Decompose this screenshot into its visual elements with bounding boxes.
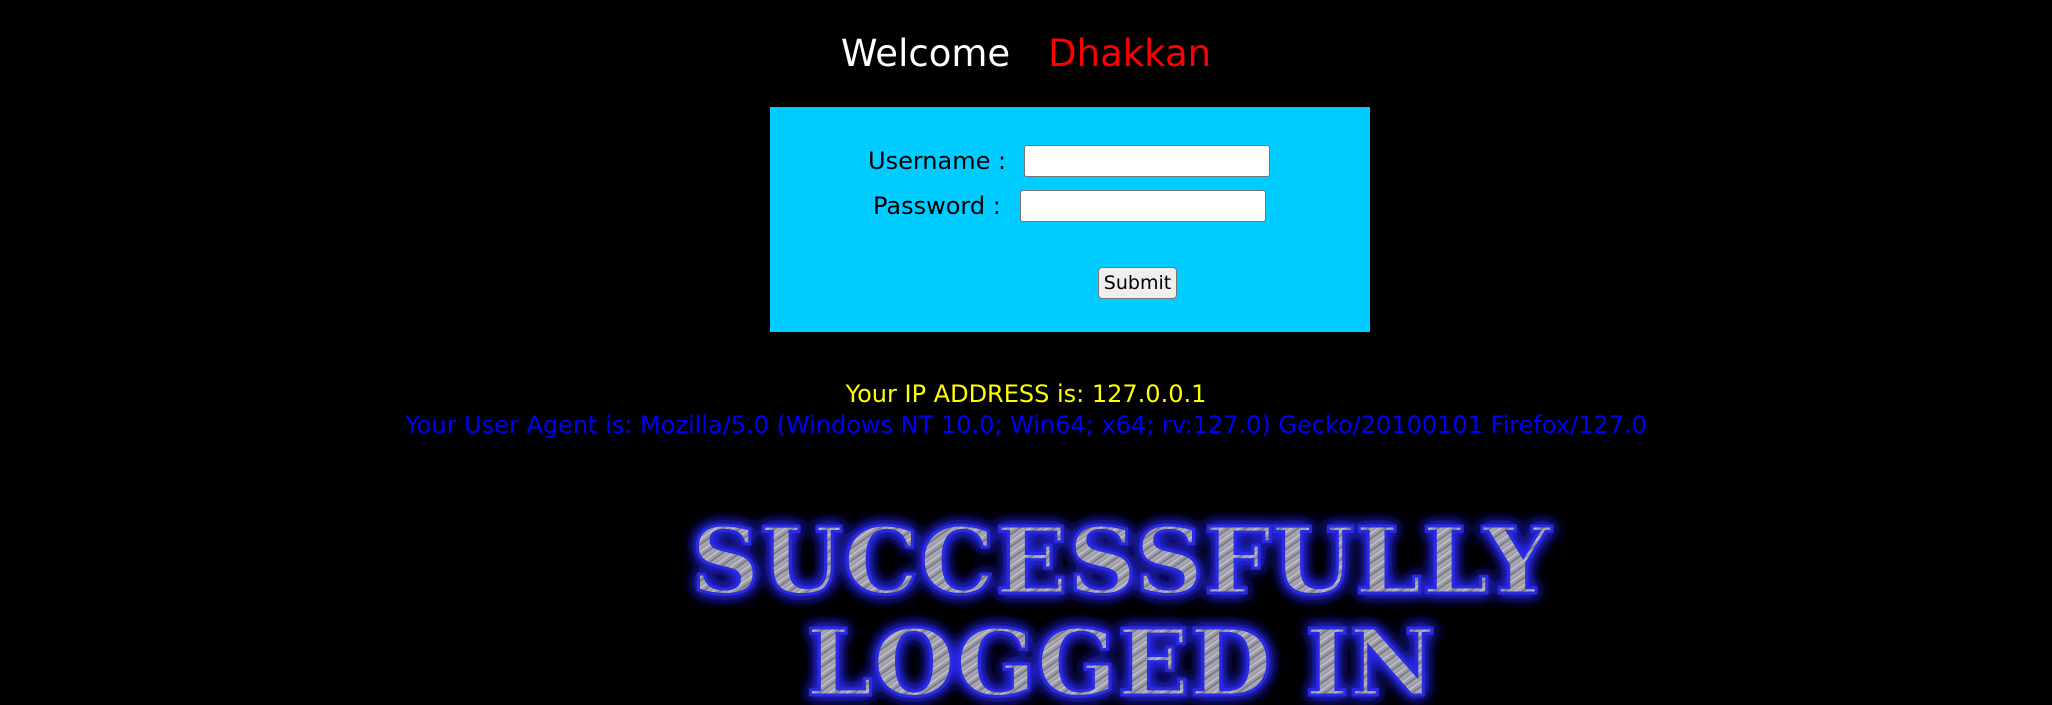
banner-line-1: SUCCESSFULLY (691, 507, 1552, 615)
page: Welcome Dhakkan Username : Password : Sub… (0, 0, 2052, 705)
success-banner-graphic: SUCCESSFULLY LOGGED IN (690, 506, 1554, 705)
username-label: Username : (868, 147, 1007, 175)
password-label: Password : (873, 192, 1001, 220)
welcome-heading: Welcome Dhakkan (0, 28, 2052, 80)
username-input[interactable] (1024, 145, 1270, 177)
welcome-text: Welcome (840, 32, 1011, 75)
success-banner: SUCCESSFULLY LOGGED IN (676, 505, 1566, 705)
submit-button[interactable]: Submit (1098, 267, 1177, 299)
user-agent-text: Your User Agent is: Mozilla/5.0 (Windows… (405, 411, 1647, 439)
password-input[interactable] (1020, 190, 1266, 222)
password-row: Password : (873, 189, 1001, 223)
banner-line-2: LOGGED IN (806, 609, 1436, 705)
ip-address-text: Your IP ADDRESS is: 127.0.0.1 (845, 380, 1207, 408)
user-name-text: Dhakkan (1048, 32, 1212, 75)
username-row: Username : (868, 144, 1006, 178)
